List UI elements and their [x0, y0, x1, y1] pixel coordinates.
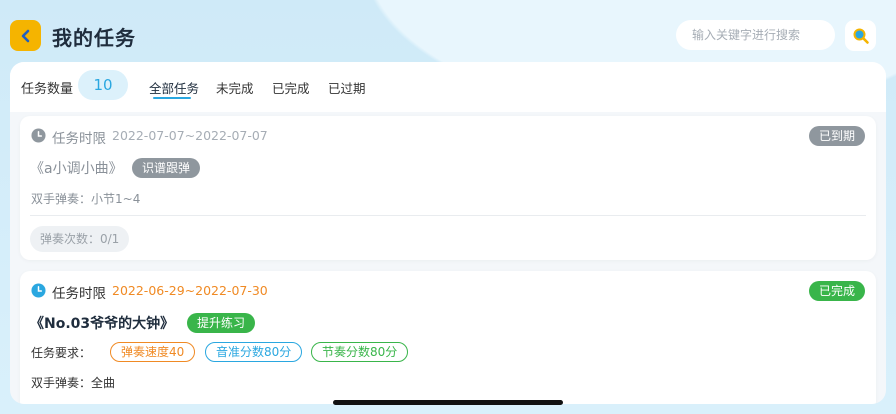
play-count-chip: 弹奏次数：0/1: [30, 226, 130, 252]
requirements-label: 任务要求：: [31, 346, 92, 360]
page-title: 我的任务: [52, 26, 136, 50]
task-count-value: 10: [78, 70, 128, 100]
top-bar: 我的任务 输入关键字进行搜索: [0, 0, 896, 64]
requirement-pitch: 音准分数80分: [205, 342, 303, 362]
search-button[interactable]: [845, 20, 876, 51]
task-type-tag: 识谱跟弹: [132, 158, 201, 178]
clock-icon: [31, 283, 46, 298]
clock-icon: [31, 128, 46, 143]
deadline-label: 任务时限: [52, 131, 106, 147]
status-badge: 已完成: [808, 281, 865, 301]
search-icon: [853, 28, 869, 44]
tab-completed[interactable]: 已完成: [272, 78, 310, 97]
tab-incomplete[interactable]: 未完成: [216, 78, 254, 97]
song-title: 《No.03爷爷的大钟》: [30, 316, 175, 332]
task-type-tag: 提升练习: [187, 313, 256, 333]
deadline-range: 2022-07-07~2022-07-07: [112, 128, 268, 143]
deadline-range: 2022-06-29~2022-07-30: [112, 283, 268, 298]
divider: [30, 215, 866, 216]
search-input[interactable]: 输入关键字进行搜索: [676, 20, 835, 50]
task-panel: 任务数量 10 全部任务 未完成 已完成 已过期 任务时限 2022-07-07…: [10, 62, 886, 404]
tab-expired[interactable]: 已过期: [328, 78, 366, 97]
requirement-speed: 弹奏速度40: [110, 342, 196, 362]
task-detail: 双手弹奏：小节1~4: [31, 192, 141, 206]
tab-all[interactable]: 全部任务: [149, 78, 199, 97]
chevron-left-icon: [21, 29, 29, 42]
status-badge: 已到期: [808, 126, 865, 146]
requirement-rhythm: 节奏分数80分: [311, 342, 409, 362]
task-card[interactable]: 任务时限 2022-06-29~2022-07-30 已完成 《No.03爷爷的…: [20, 271, 876, 404]
filter-bar: 任务数量 10 全部任务 未完成 已完成 已过期: [10, 62, 886, 112]
task-count-label: 任务数量: [21, 82, 74, 97]
task-detail: 双手弹奏：全曲: [31, 376, 116, 390]
back-button[interactable]: [10, 20, 41, 51]
home-indicator: [333, 400, 563, 405]
active-tab-indicator: [153, 97, 191, 99]
song-title: 《a小调小曲》: [30, 161, 123, 177]
deadline-label: 任务时限: [52, 286, 106, 302]
task-card[interactable]: 任务时限 2022-07-07~2022-07-07 已到期 《a小调小曲》 识…: [20, 116, 876, 260]
